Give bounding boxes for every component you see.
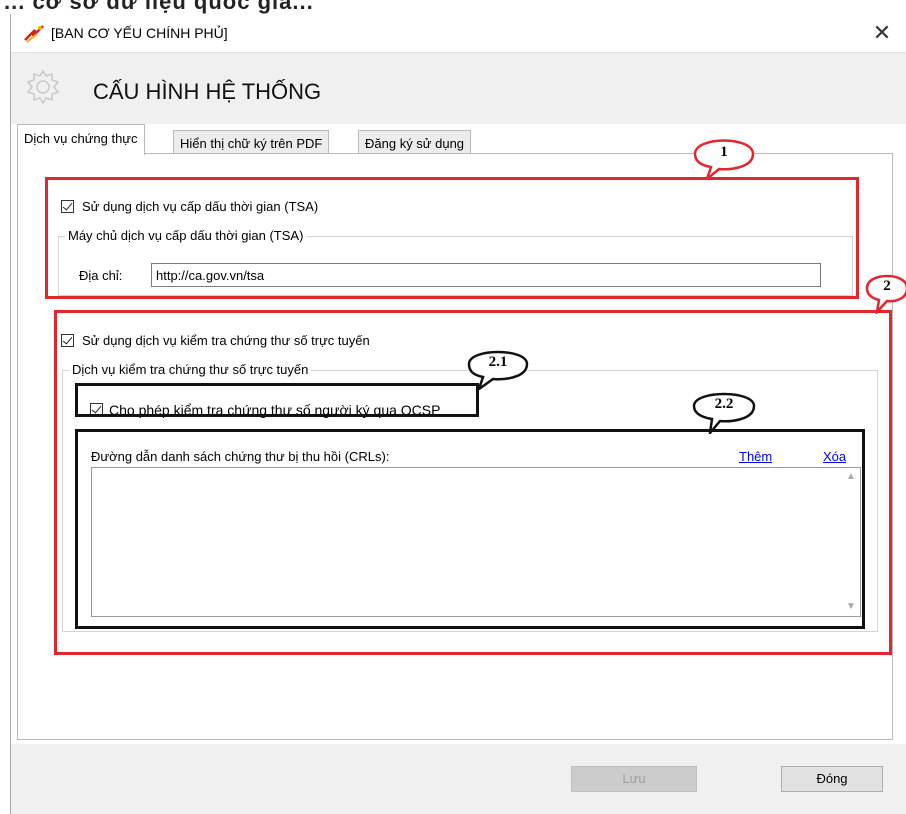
callout-2: 2 bbox=[863, 266, 906, 314]
callout-1: 1 bbox=[689, 132, 759, 180]
dialog-footer: Lưu Đóng bbox=[11, 744, 906, 814]
config-dialog: [BAN CƠ YẾU CHÍNH PHỦ] ✕ CẤU HÌNH HỆ THỐ… bbox=[10, 14, 906, 814]
close-window-button[interactable]: ✕ bbox=[867, 18, 897, 48]
gear-icon bbox=[26, 69, 60, 105]
title-bar: [BAN CƠ YẾU CHÍNH PHỦ] ✕ bbox=[11, 14, 906, 52]
callout-2-2: 2.2 bbox=[688, 386, 760, 434]
annotation-box-2-2 bbox=[75, 429, 865, 629]
dialog-header: CẤU HÌNH HỆ THỐNG bbox=[11, 52, 906, 124]
callout-2-1-number: 2.1 bbox=[488, 354, 508, 370]
top-cropped-text: ... cơ sở dữ liệu quốc gia... bbox=[0, 0, 906, 14]
callout-2-number: 2 bbox=[883, 278, 891, 294]
annotation-box-1 bbox=[45, 177, 859, 299]
tab-pdf-signature-display[interactable]: Hiển thị chữ ký trên PDF bbox=[173, 130, 330, 154]
callout-2-1: 2.1 bbox=[463, 344, 533, 390]
close-button[interactable]: Đóng bbox=[781, 766, 883, 792]
callout-2-2-number: 2.2 bbox=[714, 396, 734, 412]
save-button[interactable]: Lưu bbox=[571, 766, 697, 792]
annotation-box-2-1 bbox=[75, 383, 479, 417]
tab-registration[interactable]: Đăng ký sử dụng bbox=[358, 130, 472, 154]
callout-1-number: 1 bbox=[720, 144, 728, 160]
page-title: CẤU HÌNH HỆ THỐNG bbox=[93, 79, 322, 104]
window-title: [BAN CƠ YẾU CHÍNH PHỦ] bbox=[51, 25, 228, 41]
app-logo-icon bbox=[24, 25, 44, 43]
tab-certification-service[interactable]: Dịch vụ chứng thực bbox=[17, 124, 145, 155]
